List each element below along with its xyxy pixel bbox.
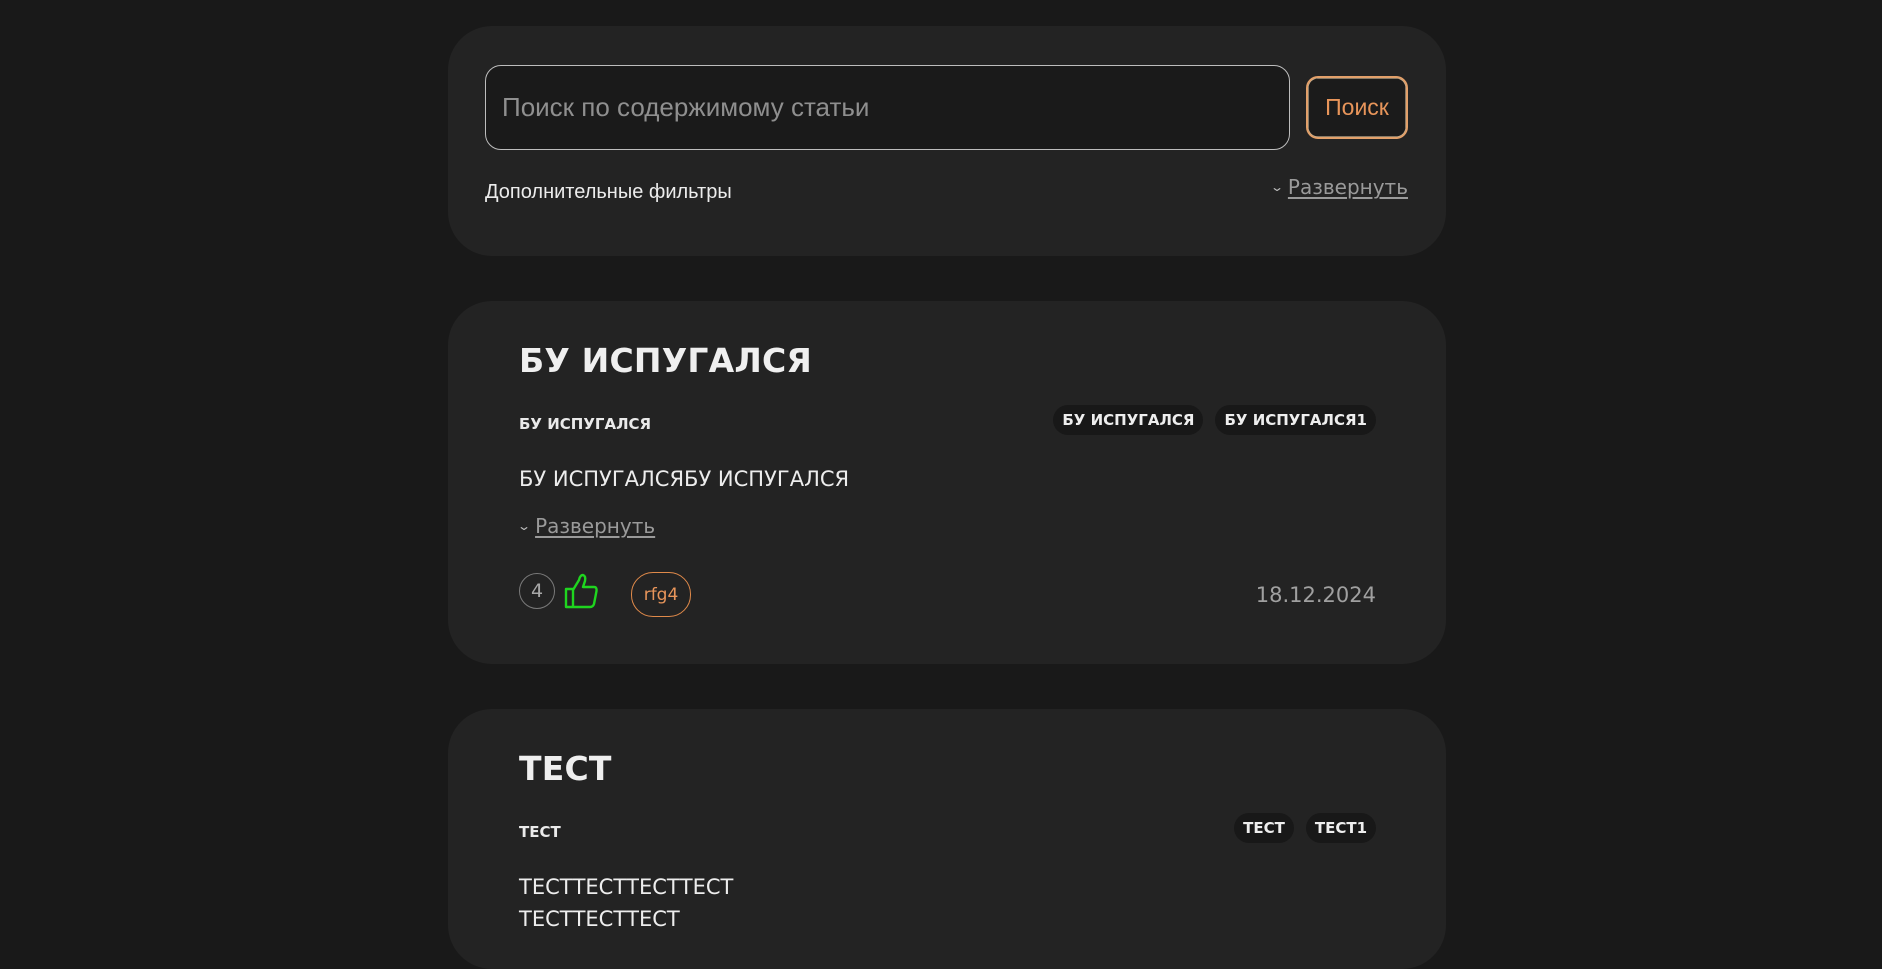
likes-group: 4 (519, 572, 599, 610)
search-panel: Поиск Дополнительные фильтры ⌄ Развернут… (448, 26, 1446, 256)
page-content: Поиск Дополнительные фильтры ⌄ Развернут… (448, 26, 1446, 969)
article-tags: ТЕСТ ТЕСТ1 (1234, 813, 1376, 843)
article-card: БУ ИСПУГАЛСЯ БУ ИСПУГАЛСЯ БУ ИСПУГАЛСЯ Б… (448, 301, 1446, 664)
filters-label: Дополнительные фильтры (485, 181, 732, 203)
search-button[interactable]: Поиск (1306, 76, 1408, 139)
like-count: 4 (519, 573, 555, 609)
article-body-line: ТЕСТТЕСТТЕСТТЕСТ (519, 875, 734, 899)
article-title: ТЕСТ (519, 749, 612, 788)
article-title: БУ ИСПУГАЛСЯ (519, 341, 812, 380)
article-subtitle: ТЕСТ (519, 823, 561, 841)
chevron-down-icon: ⌄ (516, 519, 532, 533)
article-body: ТЕСТТЕСТТЕСТТЕСТ ТЕСТТЕСТТЕСТ (519, 871, 733, 935)
article-date: 18.12.2024 (1255, 583, 1376, 607)
thumbs-up-icon[interactable] (563, 572, 599, 610)
tag-badge[interactable]: БУ ИСПУГАЛСЯ1 (1215, 405, 1376, 435)
tag-badge[interactable]: БУ ИСПУГАЛСЯ (1053, 405, 1204, 435)
chevron-down-icon: ⌄ (1269, 180, 1284, 194)
article-tags: БУ ИСПУГАЛСЯ БУ ИСПУГАЛСЯ1 (1053, 405, 1376, 435)
search-input[interactable] (485, 65, 1290, 150)
tag-badge[interactable]: ТЕСТ1 (1305, 813, 1376, 843)
tag-badge[interactable]: ТЕСТ (1234, 813, 1294, 843)
article-body-line: ТЕСТТЕСТТЕСТ (519, 907, 680, 931)
author-badge[interactable]: rfg4 (631, 572, 691, 617)
article-expand-label: Развернуть (535, 514, 656, 538)
article-subtitle: БУ ИСПУГАЛСЯ (519, 415, 652, 433)
filters-expand-toggle[interactable]: ⌄ Развернуть (1269, 175, 1408, 199)
filters-expand-label: Развернуть (1287, 175, 1408, 199)
article-expand-toggle[interactable]: ⌄ Развернуть (516, 514, 656, 538)
article-card: ТЕСТ ТЕСТ ТЕСТ ТЕСТ1 ТЕСТТЕСТТЕСТТЕСТ ТЕ… (448, 709, 1446, 969)
article-body: БУ ИСПУГАЛСЯБУ ИСПУГАЛСЯ (519, 467, 850, 491)
